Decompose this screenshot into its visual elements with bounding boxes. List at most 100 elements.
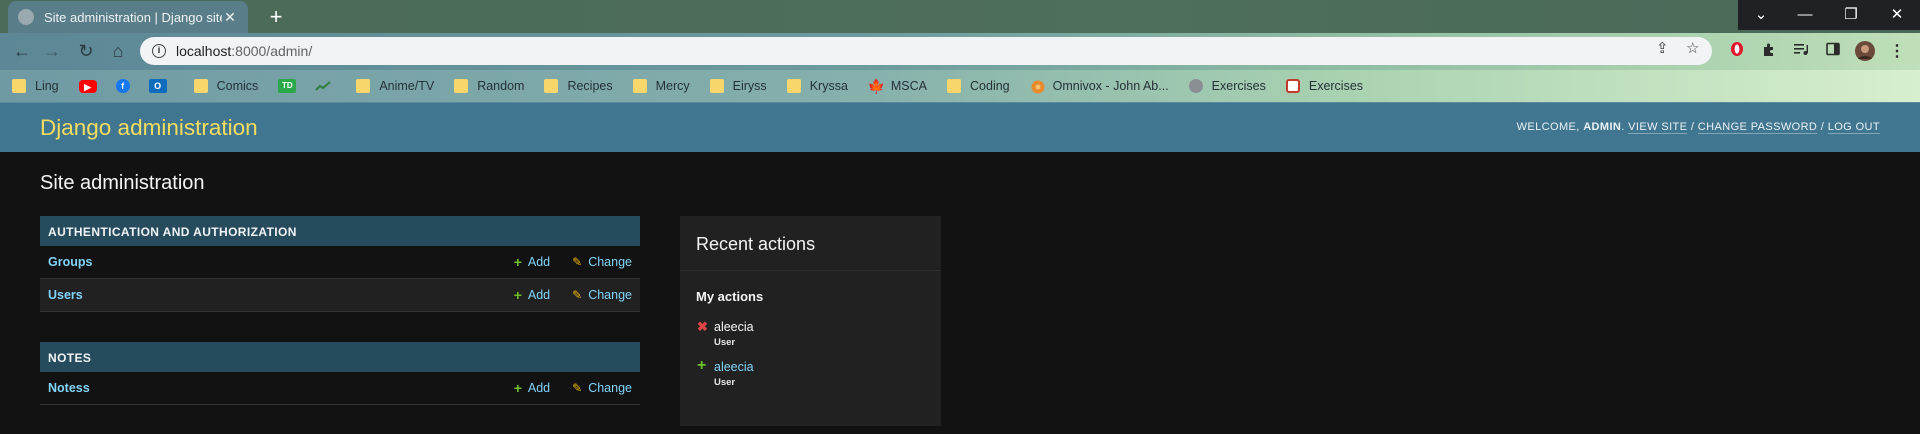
side-panel-icon[interactable] [1822,41,1844,63]
module-caption[interactable]: Authentication and Authorization [40,216,640,246]
home-button[interactable]: ⌂ [104,37,132,65]
bookmark-omnivox[interactable]: Omnivox - John Ab... [1030,79,1169,94]
add-label: Add [527,381,551,395]
change-link[interactable]: ✎ Change [572,255,632,269]
folder-icon [544,79,559,93]
app-module-auth: Authentication and Authorization Groups … [40,216,640,312]
bookmark-mercy[interactable]: Mercy [632,79,690,93]
folder-icon [193,79,208,93]
change-label: Change [588,381,632,395]
recent-action-addition: + aleecia User [680,354,941,394]
view-site-link[interactable]: View site [1628,121,1688,134]
restore-button[interactable]: ❐ [1828,0,1874,30]
tab-search-chevron-icon[interactable]: ⌄ [1738,0,1784,30]
module-caption[interactable]: Notes [40,342,640,372]
opera-icon[interactable] [1726,41,1748,63]
bookmark-msca[interactable]: 🍁 MSCA [868,79,927,93]
bookmark-random[interactable]: Random [454,79,524,93]
bookmark-ling[interactable]: Ling [12,79,59,93]
close-window-button[interactable]: ✕ [1874,0,1920,30]
bookmark-youtube[interactable]: ▶ [78,79,106,93]
pencil-icon: ✎ [572,255,583,269]
bookmark-label: Anime/TV [379,79,435,93]
model-row-users: Users + Add ✎ Change [40,279,640,312]
bookmark-label: Eiryss [732,79,767,93]
new-tab-button[interactable]: + [262,3,290,31]
log-out-link[interactable]: Log out [1827,121,1880,134]
bookmark-label: Random [477,79,525,93]
bookmark-label: Kryssa [809,79,848,93]
model-link[interactable]: Users [48,288,492,302]
tab-close-icon[interactable]: ✕ [222,9,238,26]
folder-icon [709,79,724,93]
model-row-groups: Groups + Add ✎ Change [40,246,640,279]
page-title: Site administration [40,172,205,194]
add-link[interactable]: + Add [514,380,550,396]
browser-tab-strip: Site administration | Django site ✕ + ⌄ … [0,0,1920,33]
app-module-notes: Notes Notess + Add ✎ Change [40,342,640,405]
omnivox-icon [1030,79,1045,94]
facebook-icon: f [115,79,130,93]
bookmark-exercises-2[interactable]: Exercises [1285,79,1364,93]
kebab-menu-icon[interactable]: ⋮ [1886,41,1908,63]
add-link[interactable]: + Add [514,287,550,303]
address-bar[interactable]: i localhost:8000/admin/ [140,37,1712,65]
add-icon: + [513,380,522,396]
bookmark-eiryss[interactable]: Eiryss [709,79,767,93]
folder-icon [356,79,371,93]
site-branding[interactable]: Django administration [40,115,258,141]
bookmark-coding[interactable]: Coding [947,79,1010,93]
share-icon[interactable]: ⇪ [1656,39,1669,57]
url-path: :8000/admin/ [231,43,313,59]
profile-avatar[interactable] [1854,41,1876,63]
add-link[interactable]: + Add [514,254,550,270]
model-link[interactable]: Groups [48,255,492,269]
delete-icon: ✖ [697,319,708,334]
tab-title: Site administration | Django site [44,9,222,25]
url-host: localhost [176,43,232,59]
bookmark-td[interactable]: TD [278,79,305,93]
bookmark-label: Exercises [1308,79,1364,93]
folder-icon [454,79,469,93]
reload-button[interactable]: ↻ [72,37,100,65]
bookmark-star-icon[interactable]: ☆ [1686,39,1699,57]
forward-button[interactable]: → [38,37,66,65]
bookmark-recipes[interactable]: Recipes [544,79,613,93]
separator: / [1820,121,1825,133]
bookmark-outlook[interactable]: O [148,79,176,93]
browser-toolbar: ← → ↻ ⌂ i localhost:8000/admin/ ⇪ ☆ ⋮ [0,33,1920,70]
bookmark-facebook[interactable]: f [115,79,139,93]
td-bank-icon: TD [278,79,297,93]
model-row-notess: Notess + Add ✎ Change [40,372,640,405]
maple-leaf-icon: 🍁 [867,78,886,94]
bookmark-label: Omnivox - John Ab... [1052,79,1169,93]
change-link[interactable]: ✎ Change [572,288,632,302]
bookmark-label: Recipes [567,79,613,93]
outlook-icon: O [148,79,167,93]
change-link[interactable]: ✎ Change [572,381,632,395]
media-queue-icon[interactable] [1790,41,1812,63]
globe-favicon-icon [18,9,34,25]
bookmark-label: Ling [35,79,59,93]
bookmark-stock-chart[interactable] [315,79,338,93]
bookmark-label: Comics [216,79,259,93]
add-label: Add [527,255,551,269]
action-object-link[interactable]: aleecia [714,360,925,374]
change-password-link[interactable]: Change password [1697,121,1818,134]
minimize-button[interactable]: — [1782,0,1828,30]
folder-icon [786,79,801,93]
bookmark-anime-tv[interactable]: Anime/TV [356,79,434,93]
bookmark-exercises-1[interactable]: Exercises [1188,79,1266,93]
back-button[interactable]: ← [8,37,36,65]
browser-tab-active[interactable]: Site administration | Django site ✕ [8,1,248,33]
bookmark-kryssa[interactable]: Kryssa [786,79,848,93]
bookmark-comics[interactable]: Comics [193,79,259,93]
recent-action-deletion: ✖ aleecia User [680,314,941,354]
recent-actions-panel: Recent actions My actions ✖ aleecia User… [680,216,941,426]
welcome-text: Welcome, [1516,121,1580,133]
folder-icon [632,79,647,93]
model-link[interactable]: Notess [48,381,492,395]
site-info-icon[interactable]: i [152,44,166,58]
puzzle-icon[interactable] [1758,41,1780,63]
bookmark-label: Coding [970,79,1010,93]
